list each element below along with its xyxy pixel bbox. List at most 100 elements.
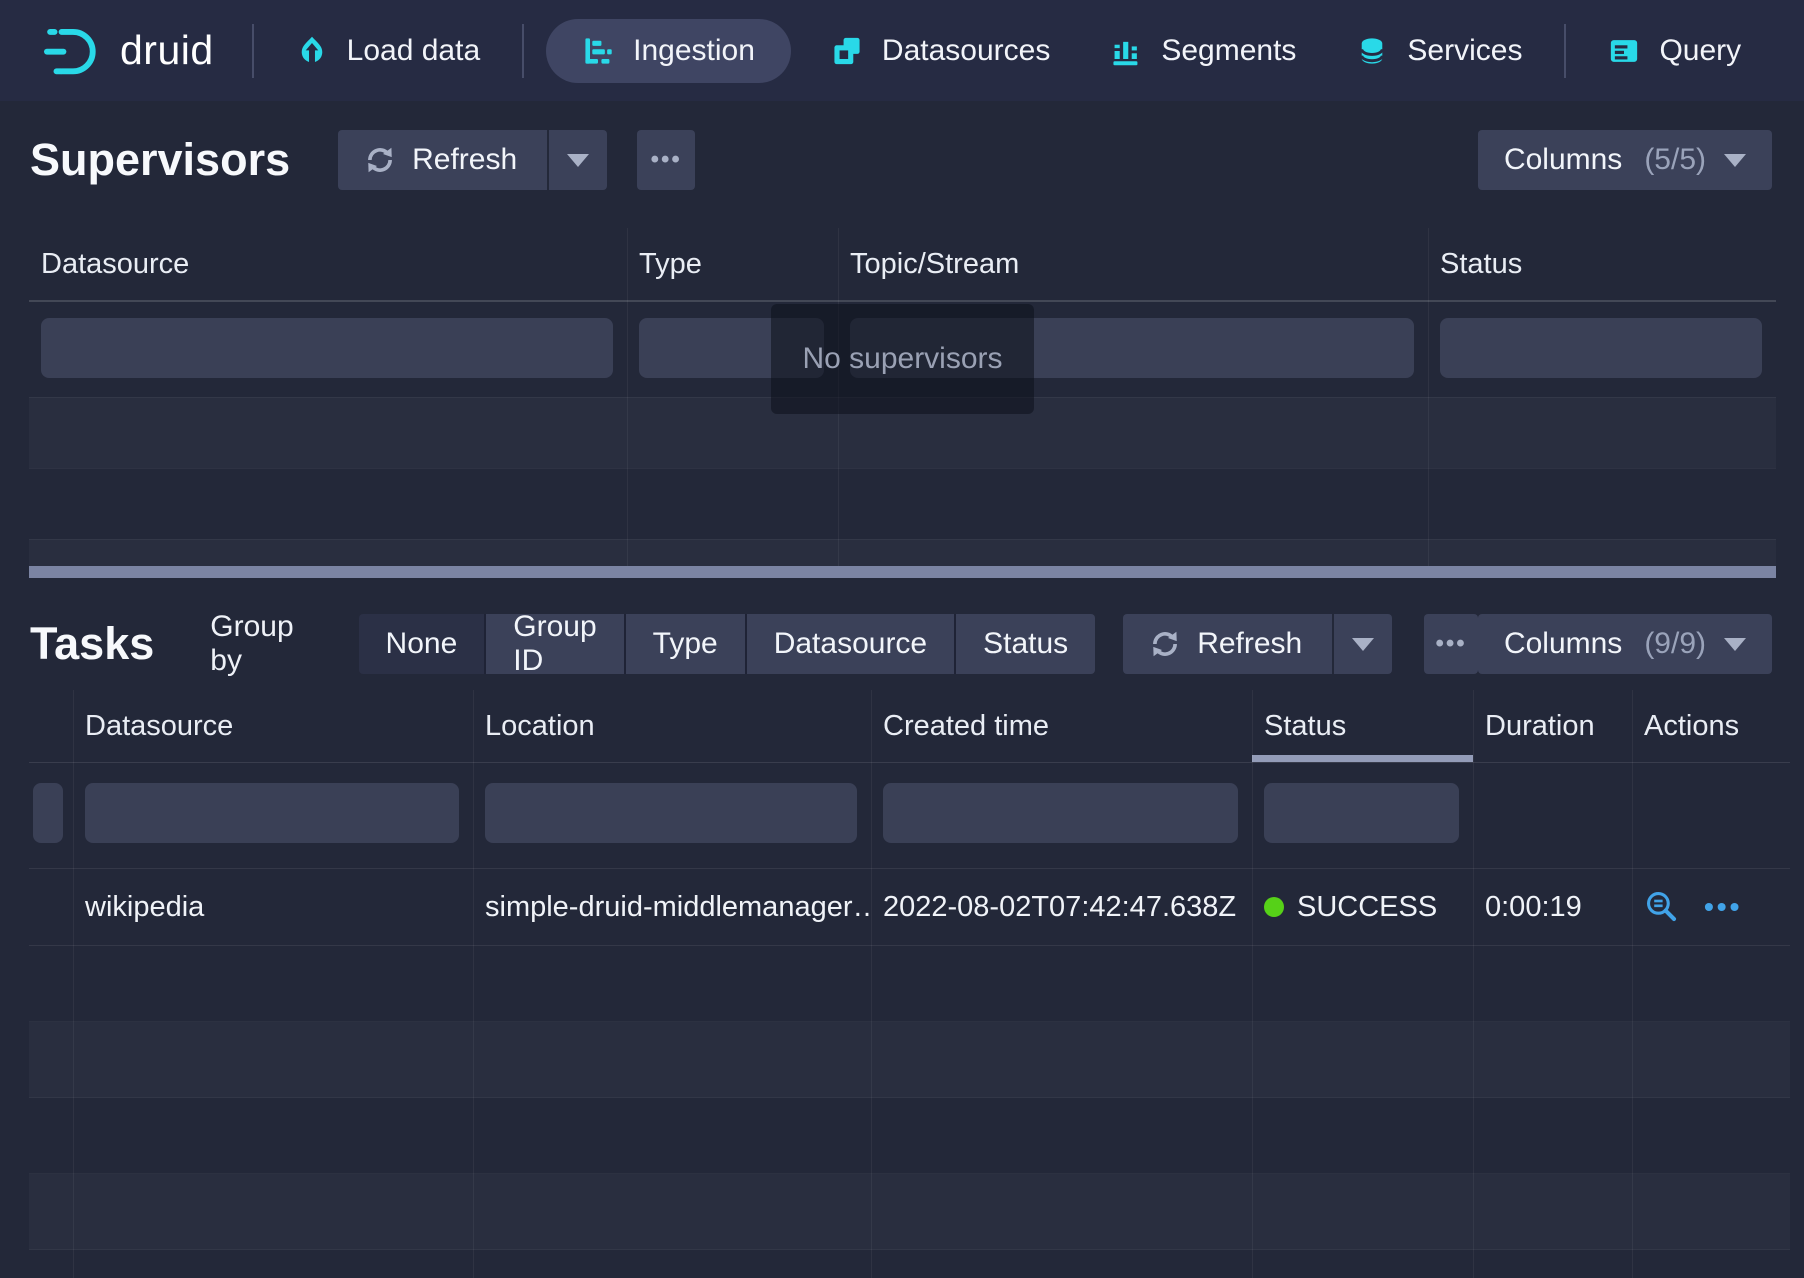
supervisors-more-button[interactable]: ••• — [637, 130, 695, 190]
table-row-wikipedia[interactable]: wikipedia simple-druid-middlemanager… 20… — [29, 868, 1790, 946]
supervisors-header: Supervisors Refresh — [0, 118, 1804, 202]
more-icon: ••• — [1435, 630, 1466, 658]
column-header-duration[interactable]: Duration — [1473, 690, 1632, 762]
status-filter-input[interactable] — [1264, 783, 1459, 843]
column-header-status-sorted[interactable]: Status — [1252, 690, 1473, 762]
column-header-datasource[interactable]: Datasource — [29, 228, 627, 300]
group-by-type-button[interactable]: Type — [624, 614, 745, 674]
nav-item-query[interactable]: Query — [1578, 0, 1771, 101]
tasks-title: Tasks — [30, 618, 154, 670]
row-more-actions-icon[interactable]: ••• — [1704, 891, 1742, 923]
column-divider — [627, 228, 628, 566]
cell-datasource: wikipedia — [73, 869, 473, 945]
druid-console: druid Load data Ingestion — [0, 0, 1804, 1278]
top-nav: druid Load data Ingestion — [0, 0, 1804, 101]
tasks-refresh-caret-button[interactable] — [1334, 614, 1392, 674]
group-by-label: Group by — [210, 610, 324, 678]
column-divider — [473, 690, 474, 1278]
expander-filter-input[interactable] — [33, 783, 63, 843]
stacked-squares-icon — [831, 35, 863, 67]
nav-item-segments[interactable]: Segments — [1080, 0, 1326, 101]
nav-item-label: Services — [1407, 34, 1522, 68]
empty-table-row — [29, 1098, 1790, 1174]
supervisors-title: Supervisors — [30, 134, 290, 186]
empty-table-row — [29, 946, 1790, 1022]
column-header-type[interactable]: Type — [627, 228, 838, 300]
group-by-group-id-button[interactable]: Group ID — [484, 614, 623, 674]
empty-table-row — [29, 468, 1776, 539]
column-divider — [73, 690, 74, 1278]
supervisors-table-header-row: Datasource Type Topic/Stream Status — [29, 228, 1776, 302]
refresh-icon — [364, 144, 396, 176]
more-icon: ••• — [651, 146, 682, 174]
tasks-header: Tasks Group by None Group ID Type Dataso… — [0, 598, 1804, 690]
location-filter-input[interactable] — [485, 783, 857, 843]
columns-count: (5/5) — [1644, 143, 1706, 177]
console-icon — [1608, 35, 1640, 67]
tasks-table: Datasource Location Created time Status … — [29, 690, 1790, 1278]
tasks-refresh-button[interactable]: Refresh — [1123, 614, 1332, 674]
nav-item-datasources[interactable]: Datasources — [801, 0, 1080, 101]
datasource-filter-input[interactable] — [41, 318, 613, 378]
inspect-magnifier-icon[interactable] — [1644, 889, 1680, 925]
cell-created-time: 2022-08-02T07:42:47.638Z — [871, 869, 1252, 945]
refresh-label: Refresh — [1197, 627, 1302, 661]
group-by-button-group: None Group ID Type Datasource Status — [359, 614, 1096, 674]
row-expander-cell — [29, 869, 73, 945]
columns-count: (9/9) — [1644, 627, 1706, 661]
status-header-label: Status — [1264, 710, 1346, 743]
refresh-icon — [1149, 628, 1181, 660]
datasource-filter-input[interactable] — [85, 783, 459, 843]
druid-logo[interactable]: druid — [40, 23, 214, 79]
tasks-refresh-split-button: Refresh — [1123, 614, 1392, 674]
group-by-status-button[interactable]: Status — [954, 614, 1095, 674]
no-supervisors-message: No supervisors — [771, 304, 1034, 414]
column-header-actions[interactable]: Actions — [1632, 690, 1790, 762]
column-header-datasource[interactable]: Datasource — [73, 690, 473, 762]
column-header-created-time[interactable]: Created time — [871, 690, 1252, 762]
nav-item-label: Ingestion — [633, 34, 755, 68]
columns-label: Columns — [1504, 143, 1622, 177]
status-filter-input[interactable] — [1440, 318, 1762, 378]
column-header-location[interactable]: Location — [473, 690, 871, 762]
column-header-topic-stream[interactable]: Topic/Stream — [838, 228, 1428, 300]
supervisors-columns-button[interactable]: Columns (5/5) — [1478, 130, 1772, 190]
empty-table-row — [29, 1250, 1790, 1278]
cell-status: SUCCESS — [1252, 869, 1473, 945]
nav-item-services[interactable]: Services — [1326, 0, 1552, 101]
tasks-columns-button[interactable]: Columns (9/9) — [1478, 614, 1772, 674]
nav-item-ingestion-active[interactable]: Ingestion — [546, 19, 791, 83]
column-divider — [1473, 690, 1474, 1278]
database-icon — [1356, 35, 1388, 67]
empty-table-row — [29, 1174, 1790, 1250]
column-divider — [1428, 228, 1429, 566]
nav-divider — [252, 24, 254, 78]
horizontal-scrollbar[interactable] — [29, 566, 1776, 578]
tasks-table-header-row: Datasource Location Created time Status … — [29, 690, 1790, 763]
cell-location: simple-druid-middlemanager… — [473, 869, 871, 945]
column-header-expander — [29, 690, 73, 762]
nav-item-label: Load data — [347, 34, 480, 68]
columns-label: Columns — [1504, 627, 1622, 661]
chevron-down-icon — [1352, 638, 1374, 651]
group-by-datasource-button[interactable]: Datasource — [745, 614, 954, 674]
nav-item-label: Datasources — [882, 34, 1050, 68]
cell-actions: ••• — [1632, 869, 1790, 945]
supervisors-refresh-caret-button[interactable] — [549, 130, 607, 190]
chevron-down-icon — [567, 154, 589, 167]
supervisors-refresh-split-button: Refresh — [338, 130, 607, 190]
supervisors-refresh-button[interactable]: Refresh — [338, 130, 547, 190]
tasks-more-button[interactable]: ••• — [1424, 614, 1478, 674]
chevron-down-icon — [1724, 638, 1746, 651]
cell-duration: 0:00:19 — [1473, 869, 1632, 945]
tasks-filter-row — [29, 763, 1790, 868]
created-time-filter-input[interactable] — [883, 783, 1238, 843]
gantt-chart-icon — [582, 35, 614, 67]
druid-logo-icon — [40, 23, 106, 79]
sort-indicator — [1252, 755, 1473, 762]
bar-chart-icon — [1110, 35, 1142, 67]
column-header-status[interactable]: Status — [1428, 228, 1776, 300]
status-badge: SUCCESS — [1297, 891, 1437, 924]
group-by-none-button[interactable]: None — [359, 614, 485, 674]
nav-item-load-data[interactable]: Load data — [266, 0, 510, 101]
